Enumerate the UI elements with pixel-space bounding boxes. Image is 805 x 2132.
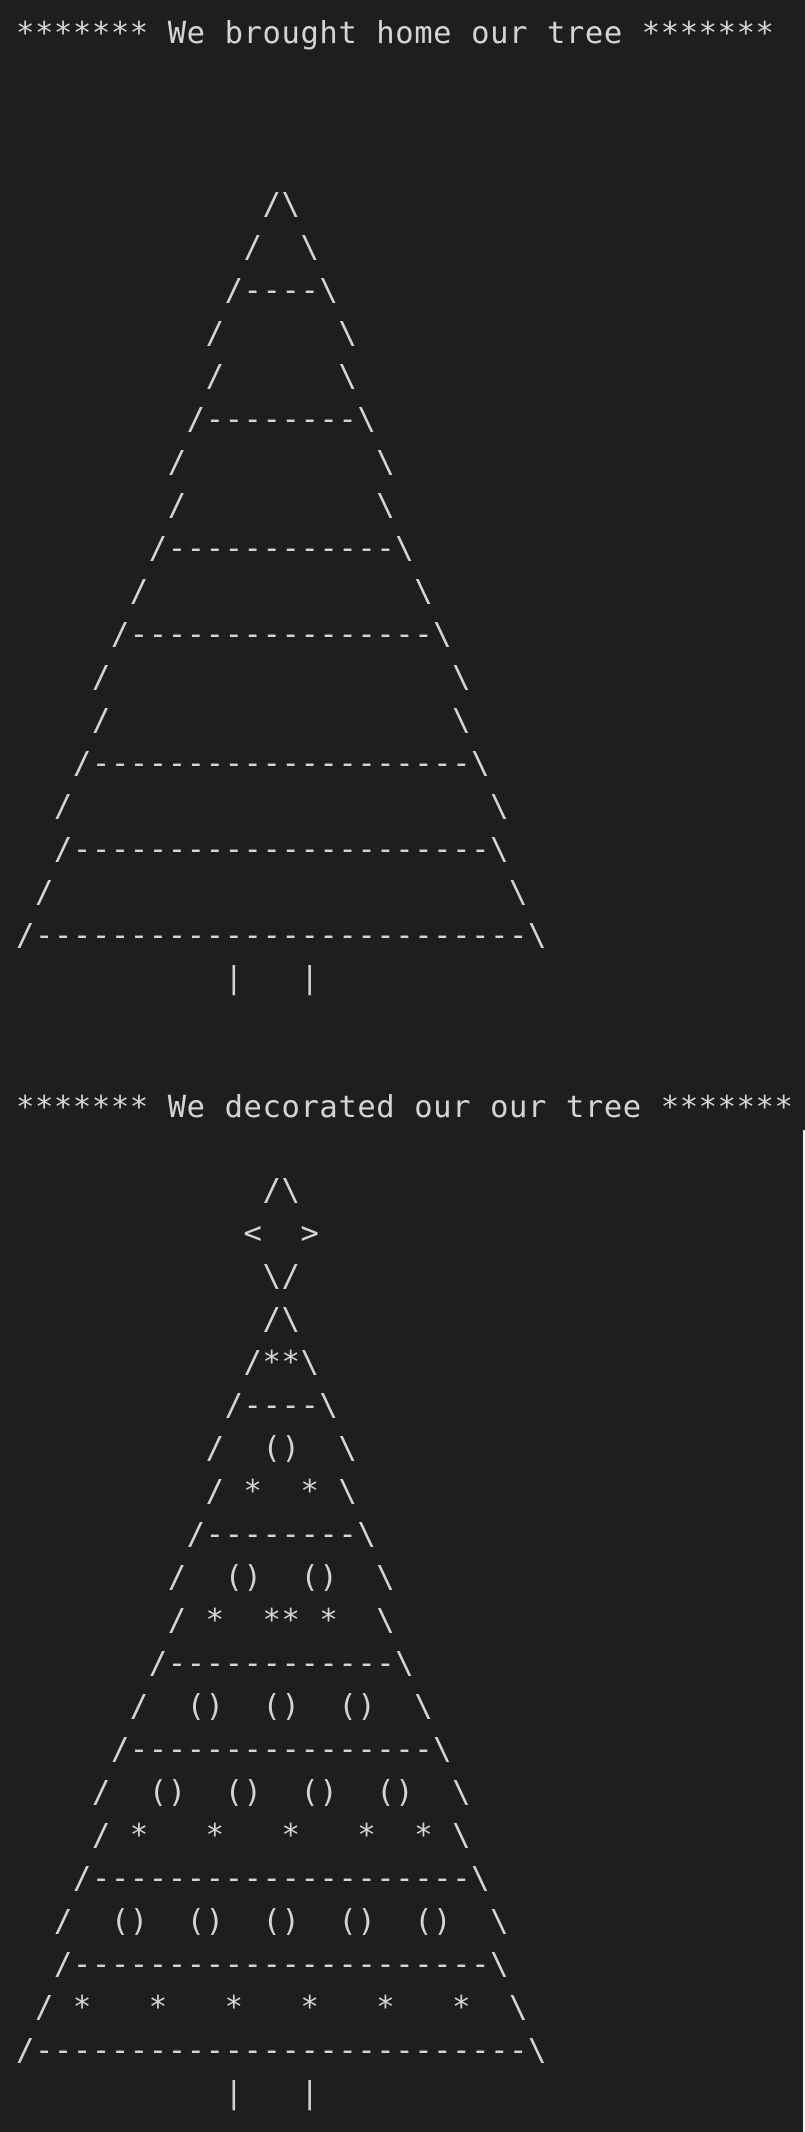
tree-line: /------------\: [16, 1646, 415, 1681]
tree-line: /\: [16, 1173, 301, 1208]
tree-line: / \: [16, 660, 472, 695]
tree-line: /--------------------\: [16, 1861, 491, 1896]
tree-line: / \: [16, 359, 358, 394]
tree-line: / \: [16, 574, 434, 609]
tree-line: /--------\: [16, 1517, 377, 1552]
tree-line: /----\: [16, 273, 339, 308]
tree-line: < >: [16, 1216, 320, 1251]
tree-line: /----------------\: [16, 1732, 453, 1767]
tree-line: /----\: [16, 1388, 339, 1423]
tree-line: /------------\: [16, 531, 415, 566]
heading-brought-home: ******* We brought home our tree *******: [16, 16, 775, 51]
tree-line: /--------------------------\: [16, 2033, 547, 2068]
tree-line: / \: [16, 445, 396, 480]
tree-line: /\: [16, 187, 301, 222]
tree-line: /----------------\: [16, 617, 453, 652]
tree-line: /--------\: [16, 402, 377, 437]
tree-line: / \: [16, 703, 472, 738]
tree-line: / () () () \: [16, 1689, 434, 1724]
tree-line: / * * \: [16, 1474, 358, 1509]
tree-line: \/: [16, 1259, 301, 1294]
tree-line: / \: [16, 789, 510, 824]
tree-line: / * ** * \: [16, 1603, 396, 1638]
tree-line: /----------------------\: [16, 832, 510, 867]
tree-line: /\: [16, 1302, 301, 1337]
tree-line: / \: [16, 488, 396, 523]
plain-tree-ascii-art: /\ / \ /----\ / \ / \ /--------\ / \ / \…: [16, 183, 547, 1000]
heading-decorated: ******* We decorated our our tree ******…: [16, 1090, 794, 1125]
terminal-output: ******* We brought home our tree *******…: [0, 0, 805, 2132]
tree-line: / * * * * * \: [16, 1818, 472, 1853]
tree-line: /--------------------------\: [16, 918, 547, 953]
tree-line: / \: [16, 875, 528, 910]
tree-line: | |: [16, 2076, 320, 2111]
tree-line: / () () () () () \: [16, 1904, 510, 1939]
tree-line: /**\: [16, 1345, 320, 1380]
tree-line: / () () \: [16, 1560, 396, 1595]
tree-line: / () () () () \: [16, 1775, 472, 1810]
decorated-tree-ascii-art: /\ < > \/ /\ /**\ /----\ / () \ / * * \ …: [16, 1169, 547, 2115]
tree-line: | |: [16, 961, 320, 996]
tree-line: / \: [16, 230, 320, 265]
tree-line: / () \: [16, 1431, 358, 1466]
tree-line: /--------------------\: [16, 746, 491, 781]
tree-line: / * * * * * * \: [16, 1990, 528, 2025]
tree-line: / \: [16, 316, 358, 351]
tree-line: /----------------------\: [16, 1947, 510, 1982]
